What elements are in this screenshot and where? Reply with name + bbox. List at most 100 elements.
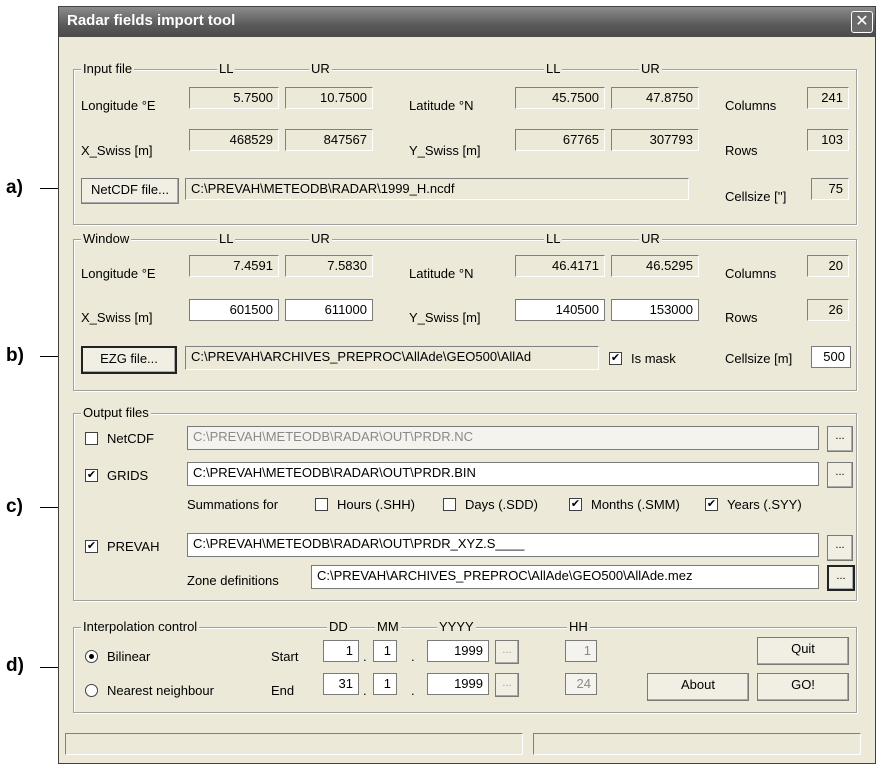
input-lat-ur-header: UR — [639, 61, 662, 76]
window-ys-label: Y_Swiss [m] — [409, 310, 481, 325]
end-date-picker-button: ... — [495, 673, 519, 697]
input-rows: 103 — [807, 129, 849, 151]
input-file-legend: Input file — [81, 61, 135, 76]
end-mm-input[interactable]: 1 — [373, 673, 397, 695]
window-lat-label: Latitude °N — [409, 266, 474, 281]
input-cols: 241 — [807, 87, 849, 109]
window-cols: 20 — [807, 255, 849, 277]
start-dd-input[interactable]: 1 — [323, 640, 359, 662]
window-cell-label: Cellsize [m] — [725, 351, 793, 366]
grids-checkbox[interactable]: ✔ — [85, 469, 98, 482]
bilinear-radio[interactable] — [85, 650, 98, 663]
grids-browse-button[interactable]: ... — [827, 462, 853, 488]
years-checkbox[interactable]: ✔ — [705, 498, 718, 511]
nearest-neighbour-radio[interactable] — [85, 684, 98, 697]
input-cell: 75 — [811, 178, 849, 200]
zone-definitions-label: Zone definitions — [187, 573, 279, 588]
about-button[interactable]: About — [647, 673, 749, 701]
window-lat-ur-header: UR — [639, 231, 662, 246]
marker-b: b) — [6, 345, 24, 366]
input-cols-label: Columns — [725, 98, 777, 113]
prevah-checkbox[interactable]: ✔ — [85, 540, 98, 553]
start-mm-input[interactable]: 1 — [373, 640, 397, 662]
window-lon-ll: 7.4591 — [189, 255, 279, 277]
netcdf-label: NetCDF — [107, 431, 154, 446]
netcdf-checkbox[interactable] — [85, 432, 98, 445]
quit-button[interactable]: Quit — [757, 637, 849, 665]
input-lat-label: Latitude °N — [409, 98, 474, 113]
marker-c: c) — [6, 496, 23, 517]
mm-header: MM — [375, 619, 401, 634]
window-ys-ur-input[interactable]: 153000 — [611, 299, 699, 321]
input-ys-label: Y_Swiss [m] — [409, 143, 481, 158]
close-icon[interactable]: ✕ — [851, 11, 873, 33]
hh-header: HH — [567, 619, 590, 634]
ezg-file-button[interactable]: EZG file... — [81, 346, 177, 374]
zone-browse-button[interactable]: ... — [827, 565, 855, 591]
window-xs-ur-input[interactable]: 611000 — [285, 299, 373, 321]
netcdf-path-input: C:\PREVAH\METEODB\RADAR\OUT\PRDR.NC — [187, 426, 819, 450]
end-yyyy-input[interactable]: 1999 — [427, 673, 489, 695]
end-dot-2: . — [411, 683, 415, 698]
window-lat-ll-header: LL — [544, 231, 563, 246]
status-bar-right — [533, 733, 861, 755]
input-lon-label: Longitude °E — [81, 98, 156, 113]
window-title: Radar fields import tool — [67, 12, 236, 29]
input-lat-ll: 45.7500 — [515, 87, 605, 109]
days-label: Days (.SDD) — [465, 497, 538, 512]
window-xs-label: X_Swiss [m] — [81, 310, 153, 325]
input-xs-ll: 468529 — [189, 129, 279, 151]
interpolation-legend: Interpolation control — [81, 619, 200, 634]
input-ys-ll: 67765 — [515, 129, 605, 151]
window-cell-input[interactable]: 500 — [811, 346, 851, 368]
marker-a: a) — [6, 177, 23, 198]
hours-checkbox[interactable] — [315, 498, 328, 511]
hours-label: Hours (.SHH) — [337, 497, 416, 512]
end-hh-input: 24 — [565, 673, 597, 695]
end-dd-input[interactable]: 31 — [323, 673, 359, 695]
is-mask-label: Is mask — [631, 351, 676, 366]
window-ll-header: LL — [217, 231, 236, 246]
window-rows-label: Rows — [725, 310, 758, 325]
start-date-picker-button: ... — [495, 640, 519, 664]
netcdf-browse-button[interactable]: ... — [827, 426, 853, 452]
input-lon-ur: 10.7500 — [285, 87, 373, 109]
input-rows-label: Rows — [725, 143, 758, 158]
dd-header: DD — [327, 619, 350, 634]
start-yyyy-input[interactable]: 1999 — [427, 640, 489, 662]
window-ys-ll-input[interactable]: 140500 — [515, 299, 605, 321]
window-rows: 26 — [807, 299, 849, 321]
prevah-path-input[interactable]: C:\PREVAH\METEODB\RADAR\OUT\PRDR_XYZ.S__… — [187, 533, 819, 557]
window-lon-label: Longitude °E — [81, 266, 156, 281]
prevah-browse-button[interactable]: ... — [827, 535, 853, 561]
window-xs-ll-input[interactable]: 601500 — [189, 299, 279, 321]
grids-path-input[interactable]: C:\PREVAH\METEODB\RADAR\OUT\PRDR.BIN — [187, 462, 819, 486]
yyyy-header: YYYY — [437, 619, 476, 634]
input-xs-label: X_Swiss [m] — [81, 143, 153, 158]
input-lon-ll: 5.7500 — [189, 87, 279, 109]
is-mask-checkbox[interactable]: ✔ — [609, 352, 622, 365]
start-label: Start — [271, 649, 299, 664]
status-bar-left — [65, 733, 523, 755]
input-ys-ur: 307793 — [611, 129, 699, 151]
zone-path-input[interactable]: C:\PREVAH\ARCHIVES_PREPROC\AllAde\GEO500… — [311, 565, 819, 589]
window-legend: Window — [81, 231, 132, 246]
title-bar: Radar fields import tool ✕ — [59, 7, 875, 37]
window-lat-ll: 46.4171 — [515, 255, 605, 277]
months-checkbox[interactable]: ✔ — [569, 498, 582, 511]
bilinear-label: Bilinear — [107, 649, 151, 664]
window-lon-ur: 7.5830 — [285, 255, 373, 277]
input-ll-header: LL — [217, 61, 236, 76]
window-cols-label: Columns — [725, 266, 777, 281]
days-checkbox[interactable] — [443, 498, 456, 511]
end-dot-1: . — [363, 683, 367, 698]
input-ur-header: UR — [309, 61, 332, 76]
months-label: Months (.SMM) — [591, 497, 680, 512]
nearest-neighbour-label: Nearest neighbour — [107, 683, 214, 698]
window-ur-header: UR — [309, 231, 332, 246]
go-button[interactable]: GO! — [757, 673, 849, 701]
window-lat-ur: 46.5295 — [611, 255, 699, 277]
netcdf-file-button[interactable]: NetCDF file... — [81, 178, 179, 204]
start-dot-2: . — [411, 649, 415, 664]
input-cell-label: Cellsize [''] — [725, 189, 787, 204]
